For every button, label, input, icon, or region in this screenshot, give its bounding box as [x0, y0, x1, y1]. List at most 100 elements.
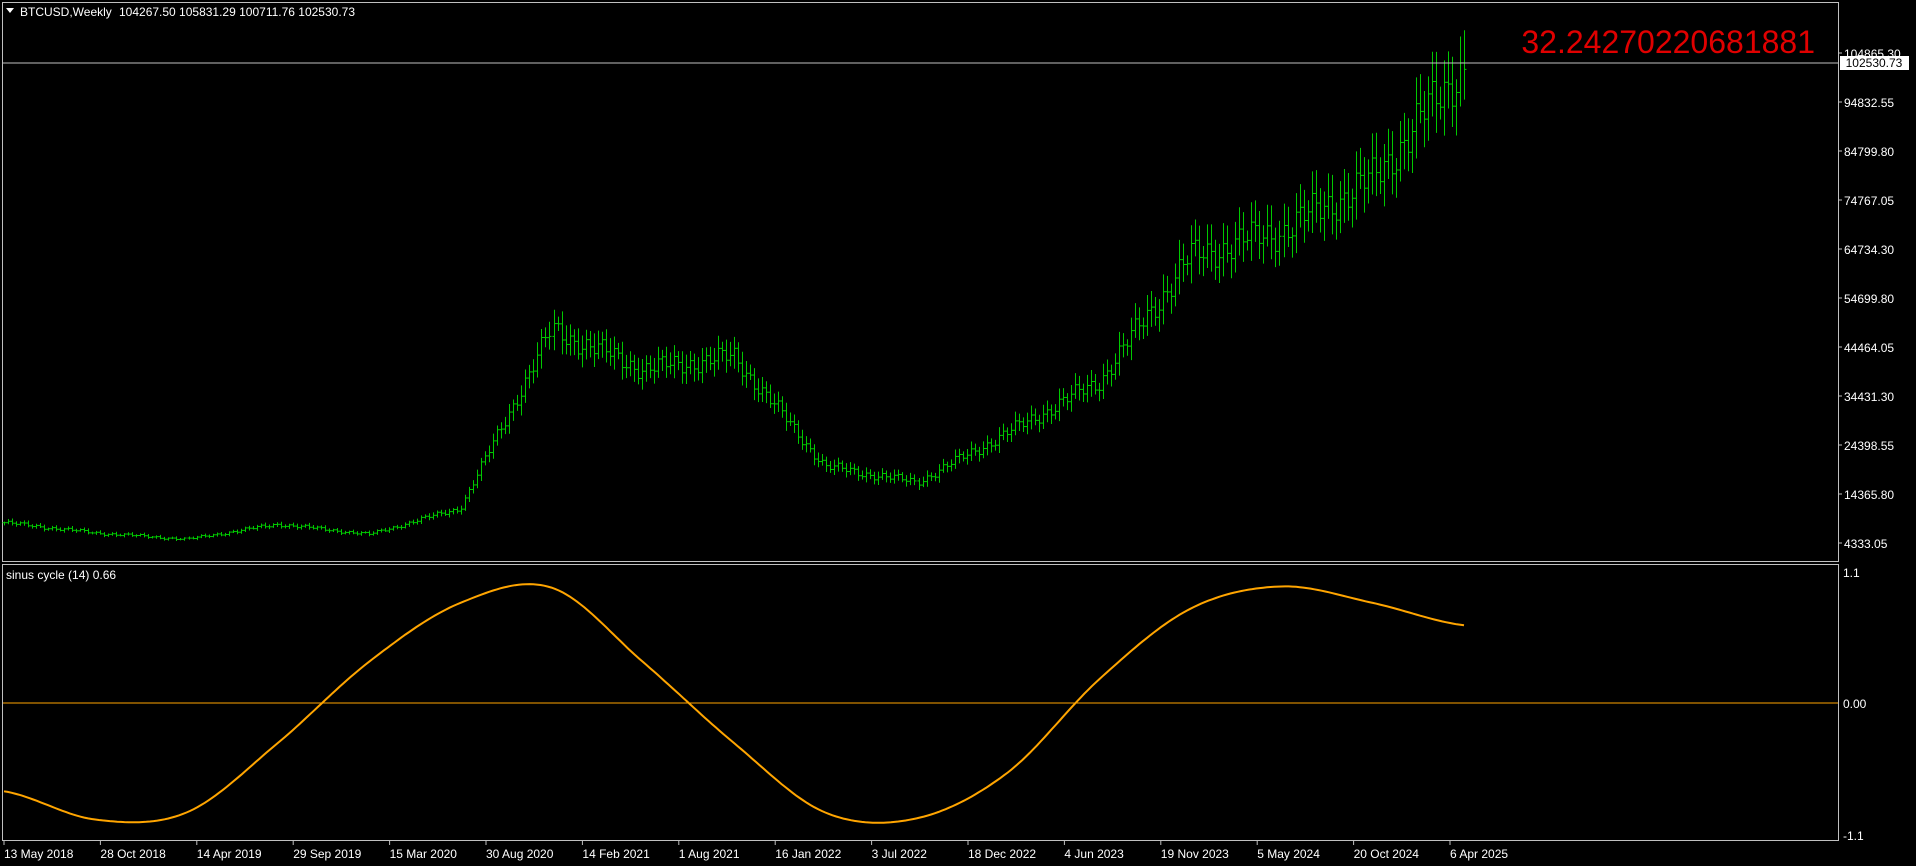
price-bar	[760, 376, 765, 403]
price-bar	[1370, 133, 1375, 195]
price-bar	[921, 476, 926, 488]
price-bar	[1033, 408, 1038, 426]
price-bar	[1402, 112, 1407, 170]
price-bar	[1438, 86, 1443, 120]
price-bar	[1225, 225, 1230, 263]
price-tick-label: 84799.80	[1844, 145, 1894, 159]
price-bar	[519, 385, 524, 416]
price-bar	[917, 478, 922, 491]
price-bar	[295, 523, 300, 530]
price-bar	[808, 438, 813, 453]
price-bar	[1065, 393, 1070, 411]
price-bar	[564, 325, 569, 355]
price-bar	[1125, 339, 1130, 356]
price-bar	[900, 472, 905, 483]
price-bar	[1029, 405, 1034, 430]
price-bar	[748, 364, 753, 380]
price-bar	[46, 527, 51, 531]
price-bar	[929, 472, 934, 481]
price-bars	[2, 30, 1467, 542]
price-bar	[1350, 188, 1355, 228]
time-tick-label: 13 May 2018	[4, 847, 74, 861]
price-bar	[1398, 120, 1403, 182]
price-bar	[411, 519, 416, 525]
price-bar	[1434, 51, 1439, 133]
symbol-label: BTCUSD,Weekly	[20, 5, 112, 19]
price-bar	[712, 347, 717, 377]
price-bar	[311, 524, 316, 530]
price-bar	[399, 524, 404, 530]
price-bar	[523, 369, 528, 403]
price-bar	[584, 329, 589, 360]
price-bar	[94, 530, 99, 535]
price-bar	[692, 353, 697, 382]
price-bar	[1169, 283, 1174, 314]
price-bar	[973, 443, 978, 456]
price-bar	[552, 309, 557, 351]
price-bar	[1450, 56, 1455, 128]
price-bar	[1165, 275, 1170, 303]
price-bar	[106, 533, 111, 537]
price-bar	[1153, 296, 1158, 326]
price-bar	[680, 351, 685, 384]
price-bar	[359, 531, 364, 536]
price-bar	[941, 458, 946, 473]
price-bar	[2, 521, 7, 526]
price-bar	[880, 468, 885, 480]
price-bar	[263, 522, 268, 529]
price-bar	[612, 336, 617, 370]
price-bar	[6, 518, 11, 525]
price-bar	[1233, 221, 1238, 273]
price-bar	[652, 358, 657, 384]
price-bar	[796, 420, 801, 444]
price-bar	[1045, 400, 1050, 423]
price-bar	[1005, 427, 1010, 443]
price-bar	[844, 463, 849, 478]
price-bar	[908, 472, 913, 486]
ohlc-values: 104267.50 105831.29 100711.76 102530.73	[119, 5, 355, 19]
price-bar	[969, 441, 974, 462]
price-bar	[30, 524, 35, 529]
price-bar	[888, 472, 893, 483]
time-tick-label: 14 Feb 2021	[582, 847, 650, 861]
price-bar	[812, 444, 817, 466]
price-bar	[1053, 404, 1058, 420]
price-bar	[495, 425, 500, 446]
price-bar	[491, 433, 496, 459]
price-bar	[1378, 157, 1383, 194]
price-bar	[439, 509, 444, 517]
price-bar	[1418, 74, 1423, 124]
price-bar	[215, 532, 220, 537]
price-bar	[1077, 375, 1082, 401]
price-bar	[407, 520, 412, 527]
price-bar	[1109, 364, 1114, 387]
last-price-label: 102530.73	[1846, 56, 1903, 70]
price-bar	[684, 354, 689, 385]
price-bar	[203, 533, 208, 538]
price-bar	[604, 329, 609, 363]
price-bar	[479, 457, 484, 481]
time-tick-label: 28 Oct 2018	[100, 847, 166, 861]
price-bar	[1422, 90, 1427, 148]
price-bar	[463, 494, 468, 511]
price-bar	[800, 429, 805, 450]
price-bar	[1069, 385, 1074, 412]
price-bar	[375, 529, 380, 535]
price-bar	[1446, 51, 1451, 109]
price-bar	[1009, 423, 1014, 442]
price-bar	[419, 515, 424, 524]
time-tick-label: 30 Aug 2020	[486, 847, 554, 861]
price-bar	[644, 355, 649, 382]
price-bar	[1342, 168, 1347, 223]
price-bar	[403, 522, 408, 529]
price-bar	[1173, 263, 1178, 307]
price-bar	[660, 349, 665, 371]
indicator-tick-top: 1.1	[1843, 566, 1860, 580]
time-tick-label: 20 Oct 2024	[1354, 847, 1420, 861]
time-tick-label: 18 Dec 2022	[968, 847, 1036, 861]
price-bar	[259, 523, 264, 529]
header-dropdown-icon[interactable]	[6, 8, 14, 13]
price-bar	[648, 355, 653, 379]
price-bar	[1089, 369, 1094, 397]
price-bar	[925, 470, 930, 487]
